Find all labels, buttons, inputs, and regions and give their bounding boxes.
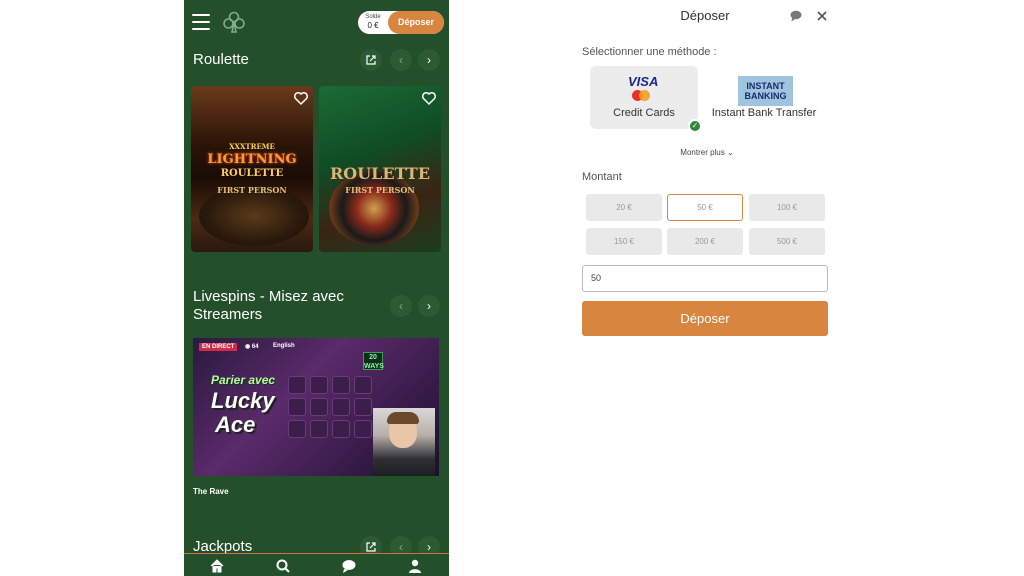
game-title-main: ROULETTE — [329, 164, 431, 183]
chevron-down-icon: ⌄ — [727, 148, 734, 157]
club-logo-icon[interactable] — [222, 10, 246, 34]
amount-option[interactable]: 200 € — [667, 228, 743, 255]
close-icon[interactable] — [814, 8, 830, 24]
chevron-right-icon[interactable]: › — [418, 49, 440, 71]
stream-text: Parier avec — [211, 373, 276, 387]
menu-icon[interactable] — [192, 14, 210, 30]
amount-option[interactable]: 150 € — [586, 228, 662, 255]
method-name: Instant Bank Transfer — [711, 107, 817, 119]
search-icon[interactable] — [275, 558, 291, 574]
wheel-image — [199, 186, 309, 246]
visa-logo: VISA — [628, 74, 659, 89]
section-title-line: Livespins - Misez avec — [193, 288, 344, 305]
home-icon[interactable] — [209, 558, 225, 574]
casino-app: Solde 0 € Déposer Roulette ‹ › XXXTREME … — [184, 0, 449, 576]
section-title-livespins: Livespins - Misez avec Streamers — [193, 288, 344, 324]
instant-banking-logo: INSTANT BANKING — [738, 76, 793, 106]
selected-check-icon: ✓ — [688, 119, 702, 133]
amount-input[interactable]: 50 — [582, 265, 828, 292]
header-deposit-button[interactable]: Déposer — [388, 11, 444, 34]
amount-option[interactable]: 500 € — [749, 228, 825, 255]
balance: Solde 0 € — [358, 11, 388, 34]
game-title-top: XXXTREME — [229, 142, 275, 151]
stream-card[interactable]: EN DIRECT ◉ 64 English 20 WAYS Parier av… — [193, 338, 439, 476]
live-badge: EN DIRECT — [199, 343, 238, 351]
game-title-person: FIRST PERSON — [345, 185, 415, 195]
top-bar: Solde 0 € Déposer — [184, 0, 449, 44]
streamer-webcam — [373, 408, 435, 476]
chevron-left-icon[interactable]: ‹ — [390, 295, 412, 317]
external-link-icon[interactable] — [360, 49, 382, 71]
balance-value: 0 € — [367, 21, 379, 30]
stream-game-name[interactable]: The Rave — [193, 487, 229, 496]
viewer-count-value: 64 — [251, 344, 259, 350]
ways-badge: 20 WAYS — [363, 352, 384, 370]
method-instant-bank-transfer[interactable]: INSTANT BANKING Instant Bank Transfer — [710, 66, 818, 129]
chevron-right-icon[interactable]: › — [418, 295, 440, 317]
show-more-button[interactable]: Montrer plus ⌄ — [669, 146, 745, 160]
select-method-label: Sélectionner une méthode : — [582, 46, 717, 58]
user-icon[interactable] — [407, 558, 423, 574]
chat-icon[interactable] — [789, 9, 803, 23]
viewer-count: ◉ 64 — [245, 344, 259, 350]
amount-option[interactable]: 100 € — [749, 194, 825, 221]
mastercard-logo — [639, 90, 650, 101]
section-title-roulette: Roulette — [193, 51, 249, 68]
deposit-title: Déposer — [680, 8, 730, 23]
balance-label: Solde — [365, 14, 381, 20]
favorite-heart-icon[interactable] — [421, 90, 437, 106]
section-title-line: Streamers — [193, 306, 263, 323]
game-title-main: LIGHTNING — [207, 152, 297, 167]
bottom-nav — [184, 553, 449, 576]
favorite-heart-icon[interactable] — [293, 90, 309, 106]
method-credit-cards[interactable]: VISA Credit Cards — [590, 66, 698, 129]
chat-icon[interactable] — [341, 558, 357, 574]
chevron-left-icon[interactable]: ‹ — [390, 49, 412, 71]
amount-label: Montant — [582, 171, 622, 183]
balance-widget[interactable]: Solde 0 € Déposer — [358, 11, 444, 34]
stream-language: English — [273, 343, 295, 349]
stream-text: Lucky — [211, 388, 275, 413]
show-more-label: Montrer plus — [680, 148, 725, 157]
game-title-person: FIRST PERSON — [217, 185, 287, 195]
method-name: Credit Cards — [613, 107, 675, 119]
game-card-lightning-roulette[interactable]: XXXTREME LIGHTNING ROULETTE FIRST PERSON — [191, 86, 313, 252]
game-card-roulette[interactable]: ROULETTE FIRST PERSON — [319, 86, 441, 252]
screen: Solde 0 € Déposer Roulette ‹ › XXXTREME … — [0, 0, 1024, 576]
game-title-sub: ROULETTE — [220, 168, 284, 179]
amount-option[interactable]: 20 € — [586, 194, 662, 221]
amount-option-selected[interactable]: 50 € — [667, 194, 743, 221]
deposit-submit-button[interactable]: Déposer — [582, 301, 828, 336]
stream-text: Ace — [215, 412, 256, 437]
